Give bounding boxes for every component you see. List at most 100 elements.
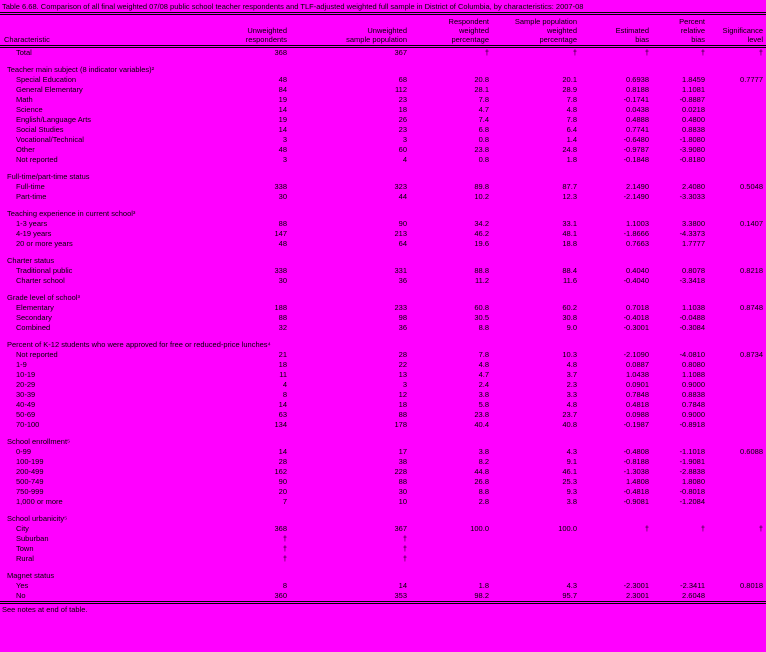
spacer-row: [0, 564, 766, 571]
cell-value: [708, 380, 766, 390]
cell-value: -4.0810: [679, 350, 705, 359]
cell-value: 38: [398, 457, 407, 466]
cell-value: 8.8: [478, 323, 489, 332]
cell-value: †: [484, 48, 489, 57]
cell-value: [708, 85, 766, 95]
cell-value: 2.8: [478, 497, 489, 506]
cell-value: 30: [398, 487, 407, 496]
cell-value: 4.7: [478, 370, 489, 379]
cell-value: 60.8: [474, 303, 489, 312]
cell-value: [708, 554, 766, 564]
row-label: Not reported: [16, 350, 58, 359]
cell-value: 3.3800: [682, 219, 705, 228]
cell-value: 4.8: [566, 400, 577, 409]
row-label: 1,000 or more: [16, 497, 63, 506]
cell-value: †: [758, 524, 763, 533]
cell-value: †: [758, 48, 763, 57]
data-row: 100-199 28 38 8.2 9.1 -0.8188 -1.9081: [0, 457, 766, 467]
cell-value: 10.3: [562, 350, 577, 359]
cell-value: 1.7777: [682, 239, 705, 248]
cell-value: -0.1848: [623, 155, 649, 164]
cell-value: 2.1490: [626, 182, 649, 191]
cell-value: [652, 534, 708, 544]
cell-value: 40.4: [474, 420, 489, 429]
cell-value: [580, 544, 652, 554]
data-row: 200-499 162 228 44.8 46.1 -1.3038 -2.8838: [0, 467, 766, 477]
cell-value: 88: [278, 219, 287, 228]
cell-value: 88: [398, 410, 407, 419]
cell-value: 4.8: [478, 360, 489, 369]
section-header-label: Percent of K-12 students who were approv…: [7, 340, 271, 349]
row-label: English/Language Arts: [16, 115, 92, 124]
cell-value: [708, 410, 766, 420]
cell-value: 2.3001: [626, 591, 649, 600]
table-footnote: See notes at end of table.: [0, 601, 766, 616]
section-header-label: Magnet status: [7, 571, 55, 580]
cell-value: 1.4: [566, 135, 577, 144]
row-label: Not reported: [16, 155, 58, 164]
cell-value: 0.8080: [682, 360, 705, 369]
cell-value: -1.2084: [679, 497, 705, 506]
table-page: Table 6.68. Comparison of all final weig…: [0, 0, 766, 652]
cell-value: 4: [402, 155, 407, 164]
cell-value: 21: [278, 350, 287, 359]
cell-value: [580, 534, 652, 544]
cell-value: 22: [398, 360, 407, 369]
cell-value: 8.8: [478, 487, 489, 496]
cell-value: 0.8734: [740, 350, 763, 359]
spacer-cell: [0, 564, 766, 571]
data-row: 1,000 or more 7 10 2.8 3.8 -0.9081 -1.2084: [0, 497, 766, 507]
cell-value: [708, 390, 766, 400]
cell-value: 4.3: [566, 581, 577, 590]
row-label: Math: [16, 95, 33, 104]
cell-value: 14: [278, 447, 287, 456]
cell-value: [492, 544, 580, 554]
cell-value: 1.8: [478, 581, 489, 590]
cell-value: 0.5048: [740, 182, 763, 191]
cell-value: 0.6088: [740, 447, 763, 456]
cell-value: 0.1407: [740, 219, 763, 228]
row-label: 40-49: [16, 400, 36, 409]
cell-value: 0.9000: [682, 380, 705, 389]
cell-value: -1.1018: [679, 447, 705, 456]
cell-value: 367: [394, 48, 407, 57]
cell-value: 0.8078: [682, 266, 705, 275]
cell-value: 28: [278, 457, 287, 466]
cell-value: -3.3033: [679, 192, 705, 201]
cell-value: 28.9: [562, 85, 577, 94]
cell-value: 25.3: [562, 477, 577, 486]
cell-value: -2.8838: [679, 467, 705, 476]
data-row: Combined 32 36 8.8 9.0 -0.3001 -0.3084: [0, 323, 766, 333]
cell-value: [652, 554, 708, 564]
row-label: 4-19 years: [16, 229, 52, 238]
cell-value: 0.7663: [626, 239, 649, 248]
cell-value: 23: [398, 95, 407, 104]
cell-value: -0.8188: [623, 457, 649, 466]
cell-value: -3.3418: [679, 276, 705, 285]
cell-value: 228: [394, 467, 407, 476]
total-row: Total 368 367 † † † † †: [0, 47, 766, 59]
cell-value: 89.8: [474, 182, 489, 191]
cell-value: 84: [278, 85, 287, 94]
spacer-cell: [0, 430, 766, 437]
cell-value: [708, 95, 766, 105]
cell-value: 7: [282, 497, 287, 506]
cell-value: †: [402, 544, 407, 553]
cell-value: 162: [274, 467, 287, 476]
data-row: Town † †: [0, 544, 766, 554]
spacer-row: [0, 202, 766, 209]
cell-value: -0.3084: [679, 323, 705, 332]
cell-value: 3: [282, 155, 287, 164]
cell-value: 1.8459: [682, 75, 705, 84]
cell-value: -0.8180: [679, 155, 705, 164]
cell-value: 88.4: [562, 266, 577, 275]
cell-value: 8.2: [478, 457, 489, 466]
cell-value: 10: [398, 497, 407, 506]
cell-value: 0.6938: [626, 75, 649, 84]
data-row: General Elementary 84 112 28.1 28.9 0.8188 1.1…: [0, 85, 766, 95]
cell-value: 20: [278, 487, 287, 496]
row-label: Suburban: [16, 534, 49, 543]
cell-value: 0.4818: [626, 400, 649, 409]
data-row: English/Language Arts 19 26 7.4 7.8 0.4888 0.4…: [0, 115, 766, 125]
row-label: Vocational/Technical: [16, 135, 84, 144]
